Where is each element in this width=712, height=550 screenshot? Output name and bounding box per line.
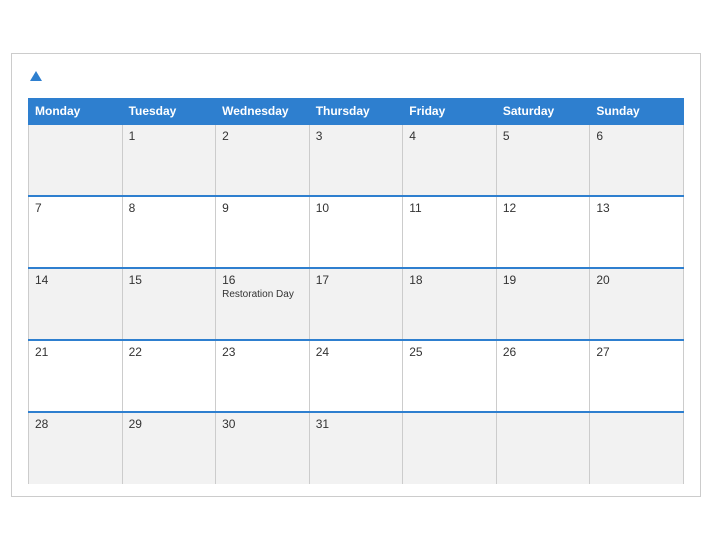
- calendar-day-cell: 19: [496, 268, 590, 340]
- logo: [28, 70, 42, 86]
- calendar-day-cell: 29: [122, 412, 216, 484]
- day-number: 1: [129, 129, 210, 143]
- calendar-day-cell: 18: [403, 268, 497, 340]
- calendar-day-cell: 4: [403, 124, 497, 196]
- day-number: 19: [503, 273, 584, 287]
- calendar-day-cell: 17: [309, 268, 403, 340]
- weekday-header: Wednesday: [216, 99, 310, 125]
- day-number: 29: [129, 417, 210, 431]
- day-number: 21: [35, 345, 116, 359]
- calendar-day-cell: 21: [29, 340, 123, 412]
- calendar-day-cell: 13: [590, 196, 684, 268]
- weekday-header-row: MondayTuesdayWednesdayThursdayFridaySatu…: [29, 99, 684, 125]
- calendar-day-cell: 8: [122, 196, 216, 268]
- calendar-day-cell: 24: [309, 340, 403, 412]
- calendar-day-cell: 12: [496, 196, 590, 268]
- day-number: 20: [596, 273, 677, 287]
- calendar-day-cell: 7: [29, 196, 123, 268]
- day-event: Restoration Day: [222, 289, 303, 300]
- day-number: 12: [503, 201, 584, 215]
- calendar-day-cell: 5: [496, 124, 590, 196]
- day-number: 6: [596, 129, 677, 143]
- day-number: 5: [503, 129, 584, 143]
- logo-text: [28, 70, 42, 86]
- calendar-week-row: 14 15 16 Restoration Day 17 18 19 20: [29, 268, 684, 340]
- day-number: 3: [316, 129, 397, 143]
- calendar-day-cell: 22: [122, 340, 216, 412]
- weekday-header: Tuesday: [122, 99, 216, 125]
- calendar-day-cell: 28: [29, 412, 123, 484]
- day-number: 13: [596, 201, 677, 215]
- day-number: 9: [222, 201, 303, 215]
- day-number: 18: [409, 273, 490, 287]
- calendar-day-cell: 20: [590, 268, 684, 340]
- calendar-day-cell: 26: [496, 340, 590, 412]
- day-number: 15: [129, 273, 210, 287]
- day-number: 25: [409, 345, 490, 359]
- weekday-header: Friday: [403, 99, 497, 125]
- calendar-day-cell: [403, 412, 497, 484]
- day-number: 17: [316, 273, 397, 287]
- logo-triangle-icon: [30, 71, 42, 81]
- day-number: 31: [316, 417, 397, 431]
- calendar-day-cell: 27: [590, 340, 684, 412]
- calendar-wrapper: MondayTuesdayWednesdayThursdayFridaySatu…: [11, 53, 701, 497]
- day-number: 24: [316, 345, 397, 359]
- calendar-header: [28, 70, 684, 86]
- calendar-day-cell: 6: [590, 124, 684, 196]
- day-number: 22: [129, 345, 210, 359]
- day-number: 16: [222, 273, 303, 287]
- calendar-week-row: 789 10 11 12 13: [29, 196, 684, 268]
- day-number: 30: [222, 417, 303, 431]
- weekday-header: Saturday: [496, 99, 590, 125]
- calendar-day-cell: 15: [122, 268, 216, 340]
- calendar-day-cell: 31: [309, 412, 403, 484]
- calendar-day-cell: 11: [403, 196, 497, 268]
- calendar-grid: MondayTuesdayWednesdayThursdayFridaySatu…: [28, 98, 684, 484]
- calendar-day-cell: [496, 412, 590, 484]
- calendar-day-cell: 30: [216, 412, 310, 484]
- calendar-day-cell: 9: [216, 196, 310, 268]
- day-number: 28: [35, 417, 116, 431]
- day-number: 8: [129, 201, 210, 215]
- day-number: 10: [316, 201, 397, 215]
- calendar-week-row: 21 22 23 24 25 26 27: [29, 340, 684, 412]
- calendar-day-cell: 25: [403, 340, 497, 412]
- calendar-week-row: 123456: [29, 124, 684, 196]
- calendar-day-cell: 1: [122, 124, 216, 196]
- day-number: 7: [35, 201, 116, 215]
- calendar-day-cell: 3: [309, 124, 403, 196]
- day-number: 14: [35, 273, 116, 287]
- calendar-day-cell: 10: [309, 196, 403, 268]
- weekday-header: Sunday: [590, 99, 684, 125]
- weekday-header: Monday: [29, 99, 123, 125]
- day-number: 23: [222, 345, 303, 359]
- calendar-day-cell: [29, 124, 123, 196]
- calendar-day-cell: 23: [216, 340, 310, 412]
- day-number: 27: [596, 345, 677, 359]
- day-number: 11: [409, 201, 490, 215]
- day-number: 26: [503, 345, 584, 359]
- calendar-day-cell: 16 Restoration Day: [216, 268, 310, 340]
- weekday-header: Thursday: [309, 99, 403, 125]
- day-number: 4: [409, 129, 490, 143]
- calendar-day-cell: 2: [216, 124, 310, 196]
- calendar-week-row: 28 29 30 31: [29, 412, 684, 484]
- day-number: 2: [222, 129, 303, 143]
- calendar-day-cell: [590, 412, 684, 484]
- calendar-day-cell: 14: [29, 268, 123, 340]
